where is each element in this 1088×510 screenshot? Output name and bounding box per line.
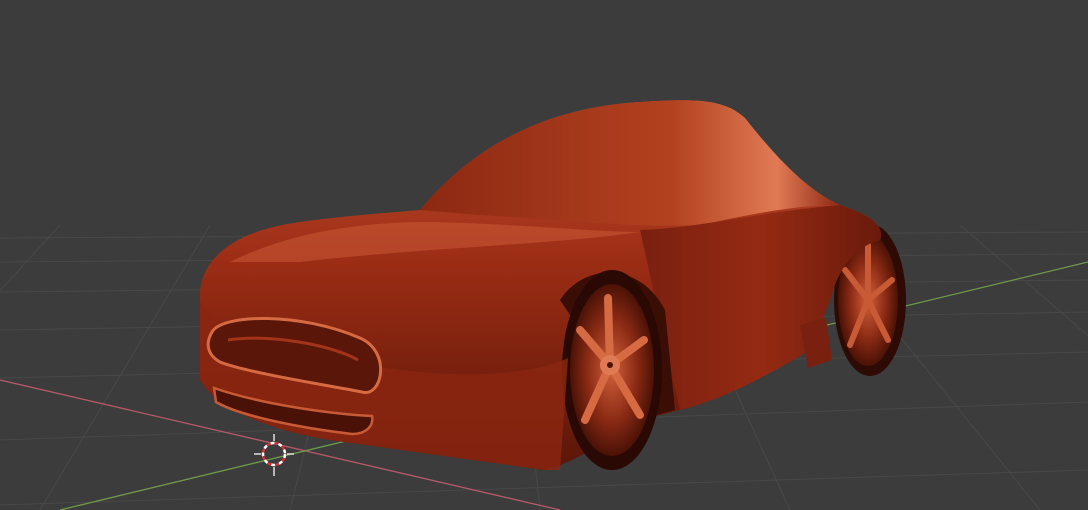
viewport-canvas[interactable] <box>0 0 1088 510</box>
car-model[interactable] <box>199 100 906 470</box>
3d-viewport[interactable] <box>0 0 1088 510</box>
